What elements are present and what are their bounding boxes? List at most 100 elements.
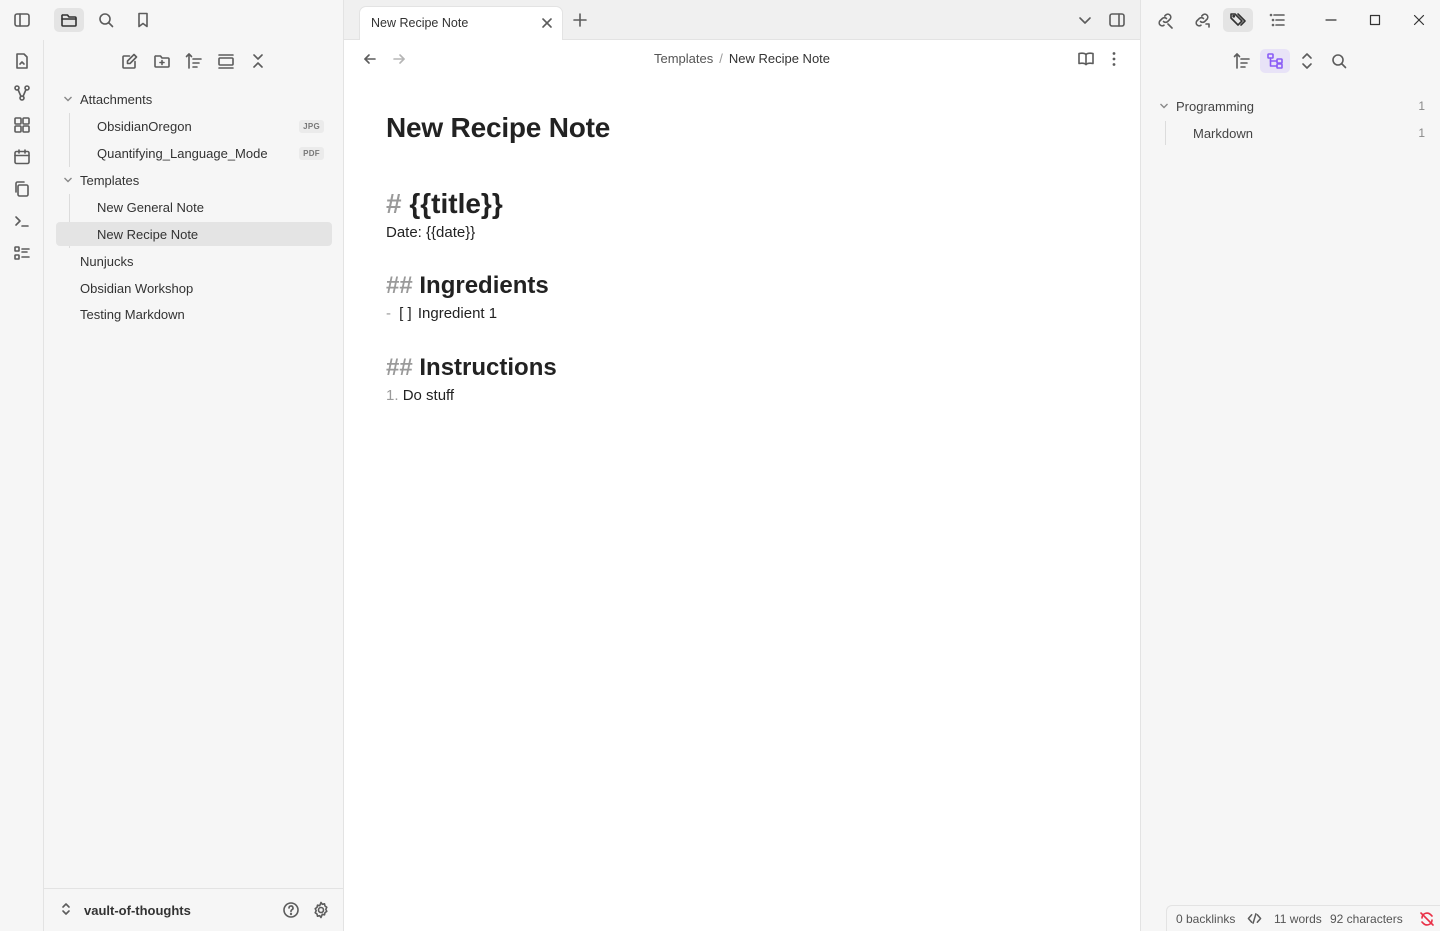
search-tab-button[interactable] bbox=[91, 8, 121, 32]
reading-view-book-icon[interactable] bbox=[1077, 50, 1095, 68]
vault-name[interactable]: vault-of-thoughts bbox=[84, 903, 191, 918]
tree-file-obsidian-workshop[interactable]: Obsidian Workshop bbox=[56, 276, 332, 300]
tab-list-chevron-down-icon[interactable] bbox=[1077, 12, 1093, 28]
inline-title[interactable]: New Recipe Note bbox=[386, 112, 610, 144]
heading-2-ingredients[interactable]: ## Ingredients bbox=[386, 272, 549, 300]
tree-file-new-general-note[interactable]: New General Note bbox=[56, 195, 332, 219]
tree-folder-attachments[interactable]: Attachments bbox=[56, 87, 332, 111]
breadcrumb-current[interactable]: New Recipe Note bbox=[729, 51, 830, 66]
tree-file-obsidianoregon[interactable]: ObsidianOregon JPG bbox=[56, 114, 332, 138]
file-explorer-actions bbox=[44, 50, 344, 72]
new-folder-icon[interactable] bbox=[153, 52, 171, 70]
tree-file-new-recipe-note[interactable]: New Recipe Note bbox=[56, 222, 332, 246]
heading-mark: # bbox=[386, 188, 402, 219]
terminal-icon[interactable] bbox=[13, 212, 31, 230]
auto-reveal-icon[interactable] bbox=[217, 52, 235, 70]
files-tab-button[interactable] bbox=[54, 8, 84, 32]
word-count: 11 words bbox=[1274, 912, 1322, 926]
backlinks-count[interactable]: 0 backlinks bbox=[1176, 912, 1235, 926]
calendar-icon[interactable] bbox=[13, 148, 31, 166]
task-text: Ingredient 1 bbox=[417, 305, 498, 322]
breadcrumb-separator: / bbox=[719, 51, 723, 66]
folder-icon bbox=[61, 14, 77, 27]
left-sidebar-header bbox=[0, 0, 344, 40]
list-number: 1. bbox=[386, 387, 399, 404]
sort-icon[interactable] bbox=[185, 52, 203, 70]
chevrons-up-down-icon[interactable] bbox=[59, 902, 73, 916]
minimize-window-button[interactable] bbox=[1321, 10, 1341, 30]
search-icon[interactable] bbox=[1330, 52, 1348, 70]
toggle-left-sidebar-button[interactable] bbox=[7, 8, 37, 32]
tree-item-label: Nunjucks bbox=[80, 253, 134, 269]
backlinks-icon[interactable] bbox=[1156, 11, 1174, 29]
date-line[interactable]: Date: {{date}} bbox=[386, 224, 475, 241]
maximize-window-button[interactable] bbox=[1365, 10, 1385, 30]
copy-icon[interactable] bbox=[13, 180, 31, 198]
task-line[interactable]: - [ ] Ingredient 1 bbox=[386, 305, 497, 322]
tree-file-nunjucks[interactable]: Nunjucks bbox=[56, 249, 332, 273]
file-extension-badge: JPG bbox=[299, 120, 324, 133]
tags-pane: Programming 1 Markdown 1 bbox=[1140, 40, 1440, 931]
more-options-icon[interactable] bbox=[1105, 50, 1123, 68]
close-window-button[interactable] bbox=[1409, 10, 1429, 30]
show-nested-tags-button[interactable] bbox=[1260, 49, 1290, 73]
task-checkbox[interactable]: [ ] bbox=[399, 305, 412, 322]
list-checks-icon[interactable] bbox=[13, 244, 31, 262]
tag-name: Programming bbox=[1176, 98, 1255, 114]
right-sidebar-header bbox=[1140, 0, 1440, 40]
sidebar-right-icon[interactable] bbox=[1108, 11, 1126, 29]
tab-new-recipe-note[interactable]: New Recipe Note bbox=[359, 6, 563, 40]
tag-item-markdown[interactable]: Markdown 1 bbox=[1157, 122, 1433, 144]
tab-bar: New Recipe Note bbox=[344, 0, 1140, 40]
ordered-list-line[interactable]: 1. Do stuff bbox=[386, 387, 454, 404]
settings-gear-icon[interactable] bbox=[312, 901, 330, 919]
close-icon[interactable] bbox=[540, 16, 554, 30]
tag-count: 1 bbox=[1418, 99, 1425, 113]
tree-item-label: ObsidianOregon bbox=[97, 118, 192, 134]
heading-mark: ## bbox=[386, 354, 413, 381]
list-text: Do stuff bbox=[402, 387, 455, 404]
heading-1-line[interactable]: # {{title}} bbox=[386, 188, 503, 220]
tab-title: New Recipe Note bbox=[371, 16, 469, 30]
outgoing-links-icon[interactable] bbox=[1193, 11, 1211, 29]
help-icon[interactable] bbox=[282, 901, 300, 919]
tree-folder-templates[interactable]: Templates bbox=[56, 168, 332, 192]
sort-icon[interactable] bbox=[1233, 52, 1251, 70]
code-brackets-icon[interactable] bbox=[1247, 911, 1262, 926]
sync-error-icon[interactable] bbox=[1419, 911, 1435, 927]
tree-file-quantifying-language-mode[interactable]: Quantifying_Language_Mode PDF bbox=[56, 141, 332, 165]
graph-view-icon[interactable] bbox=[13, 84, 31, 102]
outline-icon[interactable] bbox=[1268, 11, 1286, 29]
breadcrumb-parent[interactable]: Templates bbox=[654, 51, 713, 66]
tag-item-programming[interactable]: Programming 1 bbox=[1157, 95, 1433, 117]
tags-tab-button[interactable] bbox=[1223, 8, 1253, 32]
chevron-down-icon bbox=[1160, 103, 1168, 109]
heading-text: {{title}} bbox=[409, 188, 503, 219]
heading-2-instructions[interactable]: ## Instructions bbox=[386, 354, 557, 382]
collapse-all-icon[interactable] bbox=[249, 52, 267, 70]
new-tab-plus-icon[interactable] bbox=[572, 12, 588, 28]
bookmarks-tab-button[interactable] bbox=[128, 8, 158, 32]
tree-file-testing-markdown[interactable]: Testing Markdown bbox=[56, 302, 332, 326]
editor-pane: Templates / New Recipe Note New Recipe Not… bbox=[344, 40, 1140, 931]
expand-collapse-icon[interactable] bbox=[1298, 52, 1316, 70]
list-dash: - bbox=[386, 305, 391, 322]
heading-mark: ## bbox=[386, 272, 413, 299]
file-explorer: Attachments ObsidianOregon JPG Quantifyi… bbox=[44, 40, 344, 931]
close-icon bbox=[1413, 14, 1425, 26]
sidebar-left-icon bbox=[14, 13, 30, 27]
canvas-icon[interactable] bbox=[13, 116, 31, 134]
chevron-down-icon bbox=[64, 96, 72, 102]
tree-item-label: New General Note bbox=[97, 199, 204, 215]
bookmark-icon bbox=[138, 12, 148, 28]
heading-text: Instructions bbox=[419, 354, 557, 381]
nested-tags-tree-icon bbox=[1267, 53, 1283, 69]
tree-item-label: Obsidian Workshop bbox=[80, 280, 194, 296]
tree-item-label: Attachments bbox=[80, 91, 153, 107]
new-note-icon[interactable] bbox=[121, 52, 139, 70]
tree-item-label: Quantifying_Language_Mode bbox=[97, 145, 268, 161]
heading-text: Ingredients bbox=[419, 272, 549, 299]
ribbon bbox=[0, 40, 44, 931]
vault-switcher-bar: vault-of-thoughts bbox=[44, 888, 344, 931]
open-quick-switcher-icon[interactable] bbox=[13, 52, 31, 70]
